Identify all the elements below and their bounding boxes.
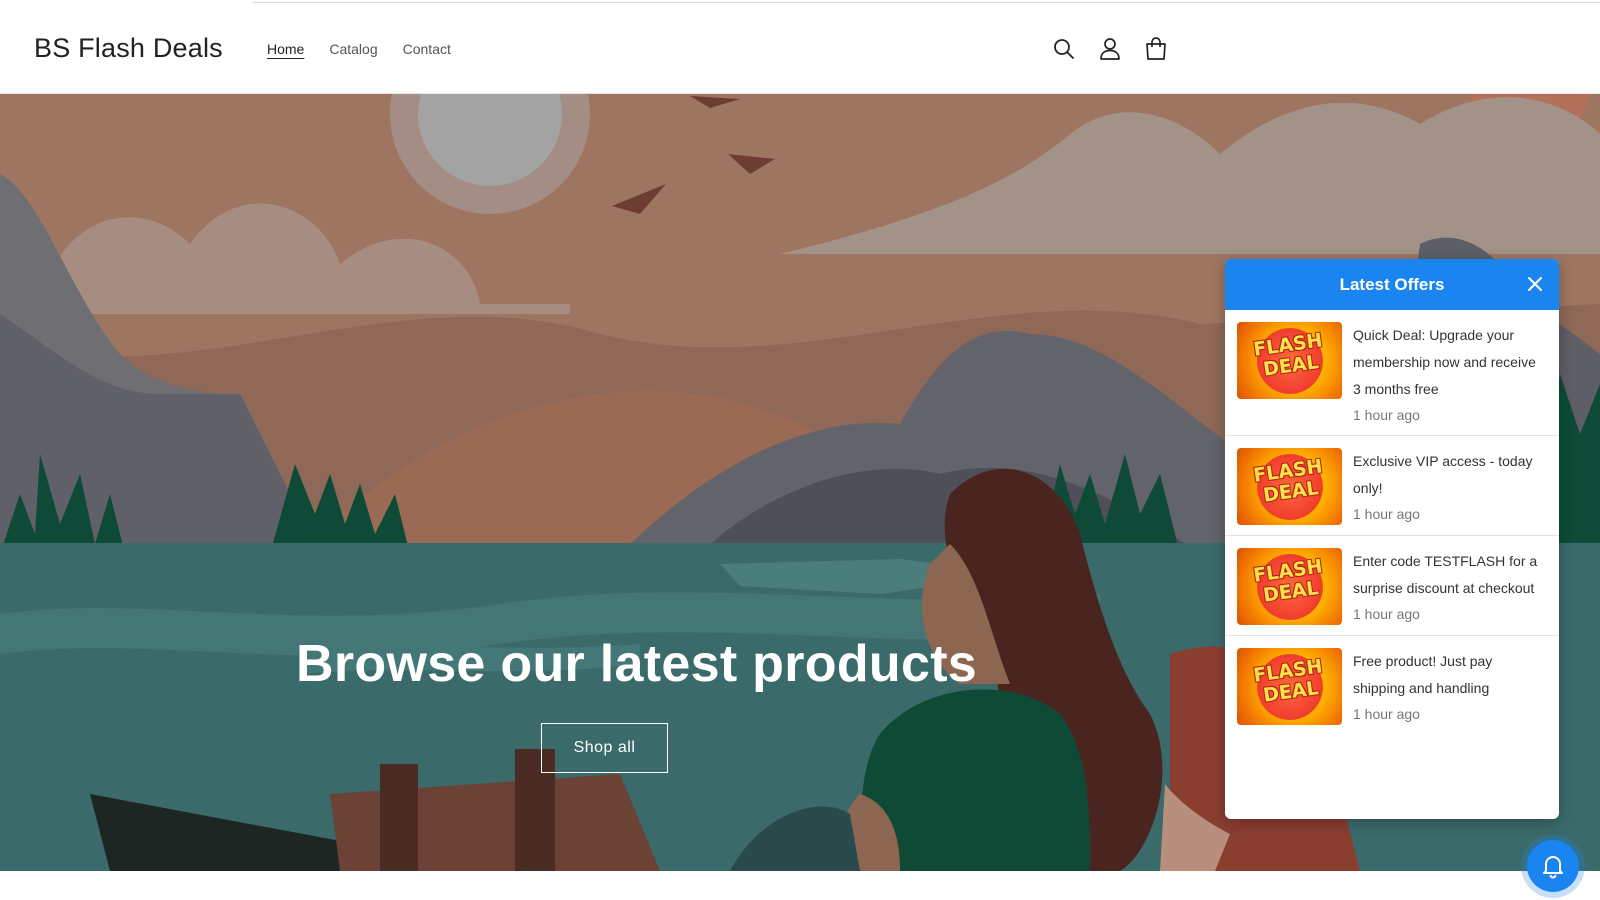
latest-offers-panel: Latest Offers FLASH DEAL Quick Deal: Upgr… [1225,259,1559,819]
account-icon[interactable] [1098,36,1122,62]
nav-catalog[interactable]: Catalog [329,41,377,57]
panel-header: Latest Offers [1225,259,1559,310]
site-header: BS Flash Deals Home Catalog Contact [0,3,1600,94]
offer-item[interactable]: FLASH DEAL Enter code TESTFLASH for a sur… [1225,536,1559,636]
notification-bell-button[interactable] [1527,840,1579,892]
header-icons [1052,36,1168,62]
offer-text: Enter code TESTFLASH for a surprise disc… [1353,553,1538,596]
flash-deal-image: FLASH DEAL [1237,548,1342,625]
panel-title: Latest Offers [1339,274,1445,294]
offer-text: Free product! Just pay shipping and hand… [1353,653,1493,696]
nav-contact[interactable]: Contact [403,41,451,57]
close-icon[interactable] [1525,274,1545,294]
bell-icon [1543,856,1563,879]
offer-text: Exclusive VIP access - today only! [1353,453,1533,496]
offer-time: 1 hour ago [1353,506,1420,522]
offer-item[interactable]: FLASH DEAL Exclusive VIP access - today o… [1225,436,1559,536]
shop-all-button[interactable]: Shop all [541,723,668,773]
main-nav: Home Catalog Contact [267,41,451,57]
offer-text: Quick Deal: Upgrade your membership now … [1353,327,1536,397]
offer-time: 1 hour ago [1353,606,1420,622]
hero-title: Browse our latest products [296,635,978,693]
offer-time: 1 hour ago [1353,407,1420,423]
brand-logo[interactable]: BS Flash Deals [34,33,223,64]
cart-icon[interactable] [1144,36,1168,62]
flash-deal-image: FLASH DEAL [1237,322,1342,399]
flash-deal-image: FLASH DEAL [1237,448,1342,525]
nav-home[interactable]: Home [267,41,304,57]
search-icon[interactable] [1052,36,1076,62]
offer-time: 1 hour ago [1353,706,1420,722]
offer-item[interactable]: FLASH DEAL Free product! Just pay shippin… [1225,636,1559,735]
offer-item[interactable]: FLASH DEAL Quick Deal: Upgrade your membe… [1225,310,1559,436]
flash-deal-image: FLASH DEAL [1237,648,1342,725]
